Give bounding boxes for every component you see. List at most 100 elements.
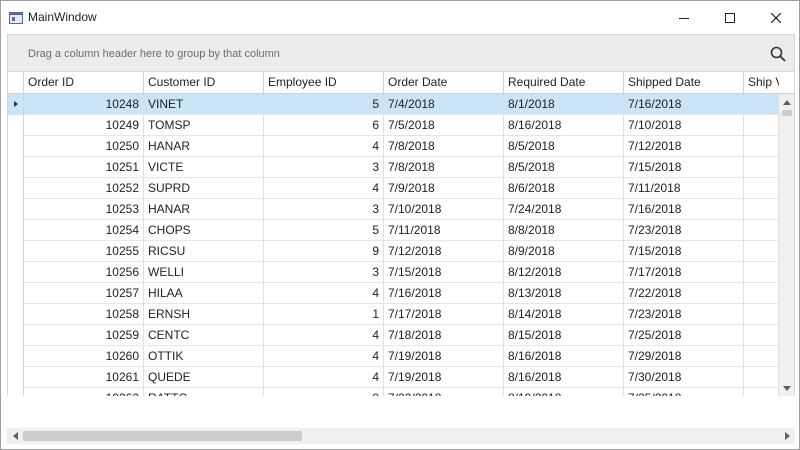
cell-order-date[interactable]: 7/5/2018 (384, 115, 504, 136)
row-indicator[interactable] (8, 367, 24, 388)
cell-ship-via[interactable] (744, 94, 779, 115)
cell-order-id[interactable]: 10252 (24, 178, 144, 199)
row-indicator[interactable] (8, 157, 24, 178)
cell-customer-id[interactable]: HILAA (144, 283, 264, 304)
cell-order-date[interactable]: 7/4/2018 (384, 94, 504, 115)
cell-order-date[interactable]: 7/8/2018 (384, 136, 504, 157)
scroll-down-button[interactable] (779, 380, 794, 396)
cell-customer-id[interactable]: ERNSH (144, 304, 264, 325)
column-header-shipped-date[interactable]: Shipped Date (624, 72, 744, 93)
cell-required-date[interactable]: 8/16/2018 (504, 367, 624, 388)
cell-order-id[interactable]: 10253 (24, 199, 144, 220)
orders-data-grid[interactable]: Order ID Customer ID Employee ID Order D… (7, 72, 795, 396)
table-row[interactable]: 10248 VINET 5 7/4/2018 8/1/2018 7/16/2018 (8, 94, 779, 115)
cell-ship-via[interactable] (744, 220, 779, 241)
cell-order-date[interactable]: 7/9/2018 (384, 178, 504, 199)
cell-ship-via[interactable] (744, 262, 779, 283)
table-row[interactable]: 10255 RICSU 9 7/12/2018 8/9/2018 7/15/2018 (8, 241, 779, 262)
scroll-left-button[interactable] (7, 428, 23, 444)
table-row[interactable]: 10262RATTC87/22/20188/19/20187/25/2018 (8, 388, 779, 396)
cell-required-date[interactable]: 8/16/2018 (504, 346, 624, 367)
cell-employee-id[interactable]: 1 (264, 304, 384, 325)
cell-customer-id[interactable]: HANAR (144, 136, 264, 157)
cell-order-date[interactable]: 7/19/2018 (384, 346, 504, 367)
cell-order-id[interactable]: 10258 (24, 304, 144, 325)
table-row[interactable]: 10254 CHOPS 5 7/11/2018 8/8/2018 7/23/2018 (8, 220, 779, 241)
row-indicator[interactable] (8, 220, 24, 241)
cell-required-date[interactable]: 8/5/2018 (504, 157, 624, 178)
cell-employee-id[interactable]: 4 (264, 283, 384, 304)
cell-ship-via[interactable] (744, 157, 779, 178)
cell-customer-id[interactable]: TOMSP (144, 115, 264, 136)
cell-order-id[interactable]: 10254 (24, 220, 144, 241)
cell-customer-id[interactable]: RICSU (144, 241, 264, 262)
cell-customer-id[interactable]: CHOPS (144, 220, 264, 241)
table-row[interactable]: 10257 HILAA 4 7/16/2018 8/13/2018 7/22/2018 (8, 283, 779, 304)
cell-required-date[interactable]: 8/5/2018 (504, 136, 624, 157)
cell-ship-via[interactable] (744, 325, 779, 346)
cell-customer-id[interactable]: HANAR (144, 199, 264, 220)
cell-employee-id[interactable]: 4 (264, 136, 384, 157)
cell-customer-id[interactable]: RATTC (144, 388, 264, 396)
cell-shipped-date[interactable]: 7/17/2018 (624, 262, 744, 283)
row-indicator[interactable] (8, 304, 24, 325)
cell-order-date[interactable]: 7/12/2018 (384, 241, 504, 262)
cell-order-id[interactable]: 10249 (24, 115, 144, 136)
cell-ship-via[interactable] (744, 136, 779, 157)
cell-ship-via[interactable] (744, 115, 779, 136)
cell-shipped-date[interactable]: 7/16/2018 (624, 199, 744, 220)
scroll-right-button[interactable] (779, 428, 795, 444)
cell-customer-id[interactable]: SUPRD (144, 178, 264, 199)
cell-order-date[interactable]: 7/22/2018 (384, 388, 504, 396)
row-indicator[interactable] (8, 241, 24, 262)
cell-employee-id[interactable]: 3 (264, 199, 384, 220)
row-indicator[interactable] (8, 283, 24, 304)
column-header-order-id[interactable]: Order ID (24, 72, 144, 93)
row-indicator[interactable] (8, 388, 24, 396)
column-header-required-date[interactable]: Required Date (504, 72, 624, 93)
horizontal-scrollbar[interactable] (7, 428, 795, 444)
cell-ship-via[interactable] (744, 388, 779, 396)
cell-customer-id[interactable]: VICTE (144, 157, 264, 178)
cell-order-id[interactable]: 10255 (24, 241, 144, 262)
maximize-button[interactable] (707, 1, 753, 34)
title-bar[interactable]: MainWindow (1, 1, 799, 34)
cell-shipped-date[interactable]: 7/12/2018 (624, 136, 744, 157)
cell-shipped-date[interactable]: 7/22/2018 (624, 283, 744, 304)
table-row[interactable]: 10249 TOMSP 6 7/5/2018 8/16/2018 7/10/2018 (8, 115, 779, 136)
row-indicator[interactable] (8, 199, 24, 220)
cell-order-date[interactable]: 7/10/2018 (384, 199, 504, 220)
cell-customer-id[interactable]: WELLI (144, 262, 264, 283)
table-row[interactable]: 10253 HANAR 3 7/10/2018 7/24/2018 7/16/2018 (8, 199, 779, 220)
cell-required-date[interactable]: 8/1/2018 (504, 94, 624, 115)
column-header-order-date[interactable]: Order Date (384, 72, 504, 93)
cell-order-id[interactable]: 10259 (24, 325, 144, 346)
row-indicator[interactable] (8, 262, 24, 283)
cell-shipped-date[interactable]: 7/15/2018 (624, 157, 744, 178)
cell-employee-id[interactable]: 5 (264, 220, 384, 241)
search-button[interactable] (768, 44, 788, 64)
cell-required-date[interactable]: 8/6/2018 (504, 178, 624, 199)
table-row[interactable]: 10260 OTTIK 4 7/19/2018 8/16/2018 7/29/2018 (8, 346, 779, 367)
cell-employee-id[interactable]: 6 (264, 115, 384, 136)
column-header-ship-via[interactable]: Ship Via (744, 72, 779, 93)
cell-employee-id[interactable]: 8 (264, 388, 384, 396)
cell-customer-id[interactable]: QUEDE (144, 367, 264, 388)
table-row[interactable]: 10259 CENTC 4 7/18/2018 8/15/2018 7/25/2018 (8, 325, 779, 346)
horizontal-scroll-thumb[interactable] (23, 431, 302, 441)
cell-required-date[interactable]: 8/16/2018 (504, 115, 624, 136)
cell-order-date[interactable]: 7/19/2018 (384, 367, 504, 388)
cell-employee-id[interactable]: 4 (264, 178, 384, 199)
cell-ship-via[interactable] (744, 367, 779, 388)
table-row[interactable]: 10250 HANAR 4 7/8/2018 8/5/2018 7/12/2018 (8, 136, 779, 157)
cell-ship-via[interactable] (744, 283, 779, 304)
cell-required-date[interactable]: 8/12/2018 (504, 262, 624, 283)
cell-order-id[interactable]: 10256 (24, 262, 144, 283)
cell-customer-id[interactable]: VINET (144, 94, 264, 115)
cell-order-date[interactable]: 7/8/2018 (384, 157, 504, 178)
cell-shipped-date[interactable]: 7/10/2018 (624, 115, 744, 136)
cell-required-date[interactable]: 7/24/2018 (504, 199, 624, 220)
cell-order-id[interactable]: 10261 (24, 367, 144, 388)
cell-required-date[interactable]: 8/19/2018 (504, 388, 624, 396)
cell-ship-via[interactable] (744, 178, 779, 199)
